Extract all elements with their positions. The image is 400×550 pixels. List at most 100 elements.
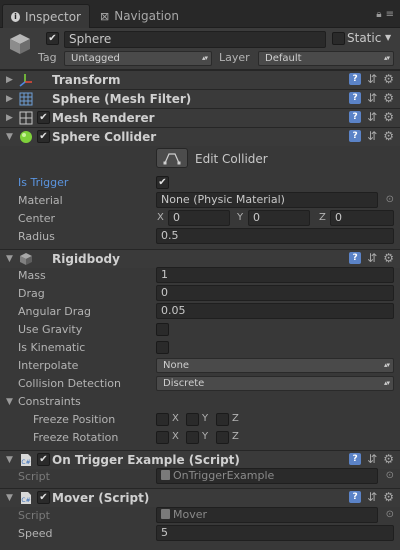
help-icon[interactable]: ? [349, 130, 362, 142]
axis-z-label: Z [232, 413, 239, 424]
component-mover-script[interactable]: ▼ C# Mover (Script) ? ⇵ ⚙ [0, 488, 400, 507]
object-picker-icon[interactable]: ⊙ [386, 194, 394, 205]
help-icon[interactable]: ? [349, 491, 362, 503]
constraints-fold-icon[interactable]: ▼ [6, 397, 13, 407]
menu-icon[interactable]: ≡ [386, 9, 394, 20]
fold-arrow-icon[interactable]: ▼ [6, 455, 13, 465]
component-mesh-renderer[interactable]: ▶ Mesh Renderer ? ⇵ ⚙ [0, 108, 400, 127]
preset-icon[interactable]: ⇵ [367, 130, 377, 142]
script-file-icon [161, 509, 170, 519]
center-y-field[interactable]: 0 [248, 210, 310, 226]
preset-icon[interactable]: ⇵ [367, 453, 377, 465]
gear-icon[interactable]: ⚙ [383, 453, 394, 465]
component-header-icons: ? ⇵ ⚙ [349, 111, 394, 123]
fold-arrow-icon[interactable]: ▼ [6, 254, 13, 264]
help-icon[interactable]: ? [349, 73, 362, 85]
tab-inspector[interactable]: i Inspector [2, 4, 90, 28]
help-icon[interactable]: ? [349, 92, 362, 104]
component-enabled-checkbox[interactable] [37, 111, 50, 124]
mass-field[interactable]: 1 [156, 267, 394, 283]
component-enabled-checkbox[interactable] [37, 491, 50, 504]
is-trigger-label: Is Trigger [18, 176, 69, 189]
component-header-icons: ? ⇵ ⚙ [349, 252, 394, 264]
center-y-label: Y [237, 212, 244, 223]
tab-controls: 🔒︎ ≡ [376, 9, 394, 20]
svg-text:C#: C# [21, 497, 30, 504]
mesh-filter-icon [19, 92, 33, 106]
edit-collider-icon [163, 153, 181, 165]
radius-label: Radius [18, 230, 55, 243]
preset-icon[interactable]: ⇵ [367, 111, 377, 123]
gameobject-name-field[interactable]: Sphere [64, 31, 326, 48]
angular-drag-label: Angular Drag [18, 305, 91, 318]
component-on-trigger-script[interactable]: ▼ C# On Trigger Example (Script) ? ⇵ ⚙ [0, 450, 400, 469]
preset-icon[interactable]: ⇵ [367, 92, 377, 104]
gear-icon[interactable]: ⚙ [383, 491, 394, 503]
layer-dropdown[interactable]: Default [258, 51, 394, 66]
preset-icon[interactable]: ⇵ [367, 252, 377, 264]
material-field[interactable]: None (Physic Material) [156, 192, 378, 208]
tag-label: Tag [38, 51, 57, 64]
center-label: Center [18, 212, 56, 225]
component-title: Rigidbody [52, 252, 120, 266]
navigation-icon: ⊠ [100, 9, 110, 23]
script-label: Script [18, 509, 50, 522]
edit-collider-button[interactable] [156, 148, 188, 168]
radius-field[interactable]: 0.5 [156, 228, 394, 244]
freeze-position-x-checkbox[interactable] [156, 413, 169, 426]
freeze-rotation-x-checkbox[interactable] [156, 431, 169, 444]
drag-field[interactable]: 0 [156, 285, 394, 301]
fold-arrow-icon[interactable]: ▶ [6, 94, 13, 104]
center-z-field[interactable]: 0 [330, 210, 394, 226]
lock-icon[interactable]: 🔒︎ [376, 9, 381, 20]
freeze-rotation-z-checkbox[interactable] [216, 431, 229, 444]
component-mesh-filter[interactable]: ▶ Sphere (Mesh Filter) ? ⇵ ⚙ [0, 89, 400, 108]
component-header-icons: ? ⇵ ⚙ [349, 130, 394, 142]
freeze-position-y-checkbox[interactable] [186, 413, 199, 426]
gear-icon[interactable]: ⚙ [383, 130, 394, 142]
center-x-field[interactable]: 0 [168, 210, 230, 226]
gear-icon[interactable]: ⚙ [383, 73, 394, 85]
script-icon: C# [21, 492, 31, 504]
collision-detection-dropdown[interactable]: Discrete [156, 376, 394, 391]
gear-icon[interactable]: ⚙ [383, 111, 394, 123]
svg-text:C#: C# [21, 459, 30, 466]
tab-navigation[interactable]: ⊠ Navigation [92, 4, 188, 28]
static-dropdown-icon[interactable]: ▼ [385, 33, 391, 42]
component-rigidbody[interactable]: ▼ Rigidbody ? ⇵ ⚙ [0, 249, 400, 268]
object-picker-icon: ⊙ [385, 509, 394, 520]
fold-arrow-icon[interactable]: ▼ [6, 132, 13, 142]
help-icon[interactable]: ? [349, 111, 362, 123]
component-title: On Trigger Example (Script) [52, 453, 240, 467]
fold-arrow-icon[interactable]: ▶ [6, 113, 13, 123]
is-trigger-checkbox[interactable] [156, 176, 169, 189]
is-kinematic-checkbox[interactable] [156, 341, 169, 354]
preset-icon[interactable]: ⇵ [367, 491, 377, 503]
static-checkbox[interactable] [332, 32, 345, 45]
freeze-position-z-checkbox[interactable] [216, 413, 229, 426]
interpolate-label: Interpolate [18, 359, 79, 372]
freeze-position-label: Freeze Position [33, 413, 116, 426]
help-icon[interactable]: ? [349, 252, 362, 264]
component-sphere-collider[interactable]: ▼ Sphere Collider ? ⇵ ⚙ [0, 127, 400, 146]
fold-arrow-icon[interactable]: ▶ [6, 75, 13, 85]
angular-drag-field[interactable]: 0.05 [156, 303, 394, 319]
component-enabled-checkbox[interactable] [37, 130, 50, 143]
mass-label: Mass [18, 269, 46, 282]
use-gravity-checkbox[interactable] [156, 323, 169, 336]
speed-field[interactable]: 5 [156, 525, 394, 541]
gear-icon[interactable]: ⚙ [383, 252, 394, 264]
component-enabled-checkbox[interactable] [37, 453, 50, 466]
gear-icon[interactable]: ⚙ [383, 92, 394, 104]
preset-icon[interactable]: ⇵ [367, 73, 377, 85]
constraints-label[interactable]: Constraints [18, 395, 81, 408]
fold-arrow-icon[interactable]: ▼ [6, 493, 13, 503]
collision-detection-label: Collision Detection [18, 377, 122, 390]
gameobject-active-checkbox[interactable] [46, 32, 59, 45]
component-transform[interactable]: ▶ Transform ? ⇵ ⚙ [0, 70, 400, 89]
interpolate-dropdown[interactable]: None [156, 358, 394, 373]
script-value: Mover [173, 508, 208, 521]
tag-dropdown[interactable]: Untagged [64, 51, 212, 66]
help-icon[interactable]: ? [349, 453, 362, 465]
freeze-rotation-y-checkbox[interactable] [186, 431, 199, 444]
